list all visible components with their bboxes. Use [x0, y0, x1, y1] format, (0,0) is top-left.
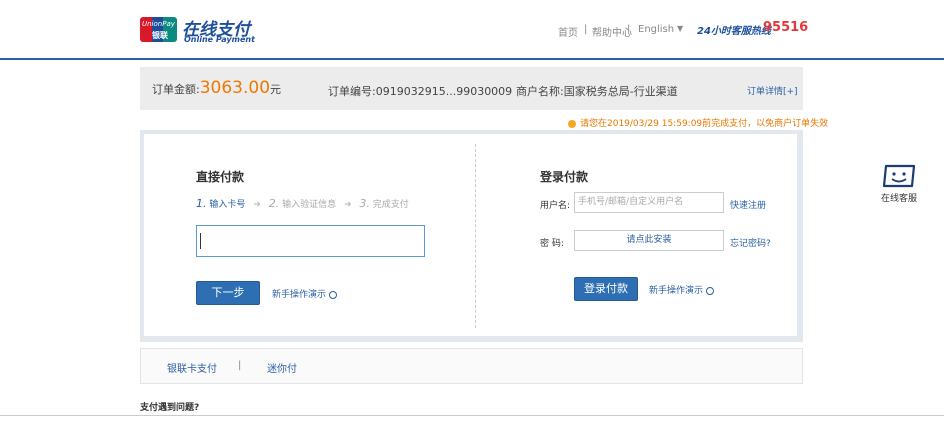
direct-pay-title: 直接付款 [196, 170, 245, 184]
logo-badge-en: UnionPay [142, 20, 175, 28]
step-1: 1. 输入卡号 [196, 197, 246, 210]
tab-unionpay-card[interactable]: 银联卡支付 [167, 360, 217, 375]
panel-divider [475, 144, 476, 328]
play-icon [329, 290, 338, 299]
order-amount: 订单金额:3063.00元 [152, 78, 281, 98]
text-cursor [200, 233, 201, 249]
order-amount-unit: 元 [270, 83, 282, 96]
language-select[interactable]: English [638, 24, 674, 35]
play-icon [706, 286, 715, 295]
username-input[interactable]: 手机号/邮箱/自定义用户名 [574, 192, 724, 213]
payment-panel: 直接付款 1. 输入卡号 ➜ 2. 输入验证信息 ➜ 3. 完成支付 下一步 新… [140, 130, 803, 342]
next-step-button[interactable]: 下一步 [196, 281, 260, 305]
order-amount-label: 订单金额: [152, 83, 200, 96]
tab-separator: | [238, 360, 242, 371]
hotline-number: 95516 [763, 20, 809, 35]
customer-service-label[interactable]: 在线客服 [881, 191, 917, 204]
quick-register-link[interactable]: 快速注册 [730, 198, 766, 211]
order-number-value: 0919032915...99030009 [375, 85, 513, 98]
merchant-name: 商户名称:国家税务总局-行业渠道 [516, 83, 678, 99]
arrow-right-icon: ➜ [253, 200, 261, 210]
card-number-input[interactable] [196, 225, 425, 257]
direct-pay-guide-link[interactable]: 新手操作演示 [272, 287, 338, 300]
help-question[interactable]: 支付遇到问题? [140, 400, 199, 413]
step-3: 3. 完成支付 [359, 197, 409, 210]
unionpay-logo[interactable]: UnionPay 银联 [140, 17, 177, 42]
tab-mini-pay[interactable]: 迷你付 [267, 360, 297, 375]
footer-divider [0, 415, 944, 416]
lightbulb-icon [568, 119, 576, 128]
step-2: 2. 输入验证信息 [268, 197, 337, 210]
order-number-label: 订单编号: [328, 85, 376, 98]
order-amount-value: 3063.00 [199, 78, 271, 98]
direct-pay-guide-label: 新手操作演示 [272, 290, 327, 300]
login-pay-title: 登录付款 [540, 170, 589, 184]
direct-pay-steps: 1. 输入卡号 ➜ 2. 输入验证信息 ➜ 3. 完成支付 [196, 197, 409, 210]
logo-badge-cn: 银联 [152, 31, 168, 40]
chat-face-icon[interactable] [880, 164, 918, 188]
nav-home-link[interactable]: 首页 [558, 24, 578, 39]
hotline-label: 24小时客服热线 [697, 26, 771, 37]
nav-separator: | [627, 24, 631, 35]
chevron-down-icon[interactable]: ▼ [677, 24, 683, 33]
merchant-label: 商户名称: [516, 85, 564, 98]
logo-title-en: Online Payment [184, 35, 255, 44]
username-label: 用户名: [540, 201, 571, 211]
nav-help-link[interactable]: 帮助中心 [592, 24, 632, 39]
arrow-right-icon: ➜ [343, 200, 352, 210]
payment-method-tabs: 银联卡支付 | 迷你付 [140, 348, 803, 384]
login-pay-guide-link[interactable]: 新手操作演示 [649, 283, 715, 296]
deadline-notice: 请您在2019/03/29 15:59:09前完成支付，以免商户订单失效 [568, 116, 828, 129]
header: UnionPay 银联 在线支付 Online Payment 首页 | 帮助中… [0, 0, 944, 60]
login-pay-button[interactable]: 登录付款 [574, 277, 638, 301]
password-input[interactable]: 请点此安装 [574, 230, 724, 251]
order-details-link[interactable]: 订单详情[+] [747, 84, 798, 97]
deadline-notice-text: 请您在2019/03/29 15:59:09前完成支付，以免商户订单失效 [580, 119, 829, 129]
forgot-password-link[interactable]: 忘记密码? [730, 236, 771, 249]
password-label: 密 码: [540, 239, 564, 249]
order-number: 订单编号:0919032915...99030009 [328, 83, 512, 99]
payment-panel-inner: 直接付款 1. 输入卡号 ➜ 2. 输入验证信息 ➜ 3. 完成支付 下一步 新… [144, 134, 797, 336]
order-info-bar: 订单金额:3063.00元 订单编号:0919032915...99030009… [140, 67, 803, 110]
login-pay-guide-label: 新手操作演示 [649, 286, 704, 296]
merchant-value: 国家税务总局-行业渠道 [563, 85, 678, 98]
nav-separator: | [584, 24, 588, 35]
